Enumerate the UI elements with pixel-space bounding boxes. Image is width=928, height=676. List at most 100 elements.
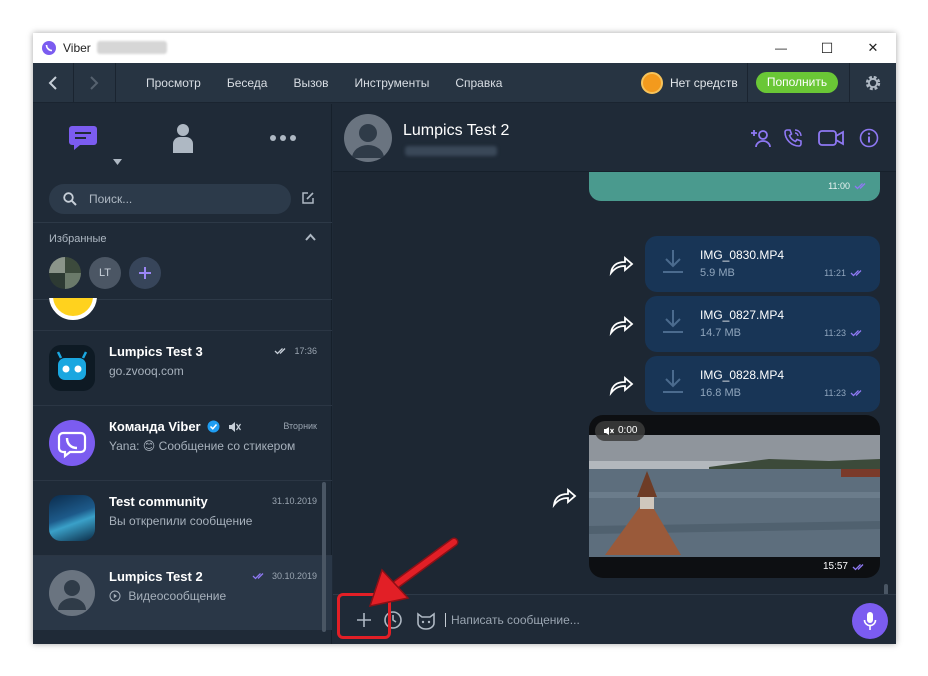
chat-header-avatar[interactable]	[344, 114, 392, 162]
close-icon: ✕	[867, 40, 879, 55]
chat-avatar	[49, 345, 95, 391]
add-favorite-button[interactable]	[129, 257, 161, 289]
viber-logo-icon	[57, 431, 87, 459]
favorite-avatar-initials[interactable]: LT	[89, 257, 121, 289]
plus-icon	[139, 267, 151, 279]
file-size: 16.8 MB	[700, 387, 741, 399]
toolbar-divider	[747, 63, 748, 103]
voice-message-button[interactable]	[852, 603, 888, 639]
forward-arrow-icon[interactable]	[607, 314, 635, 336]
message-time-label: 11:23	[824, 328, 846, 338]
download-icon[interactable]	[661, 248, 685, 274]
message-time: 11:23	[824, 388, 866, 398]
blurred-phone-number	[405, 146, 497, 156]
menu-view[interactable]: Просмотр	[146, 76, 201, 90]
contact-person-icon	[173, 124, 193, 153]
sidebar-scrollbar[interactable]	[322, 482, 326, 632]
partial-chat-avatar	[49, 298, 97, 320]
double-check-icon	[850, 390, 862, 397]
chat-time: 31.10.2019	[271, 496, 317, 506]
sidebar-tabs	[33, 104, 332, 172]
chat-info-button[interactable]	[855, 124, 883, 152]
video-duration: 0:00	[618, 425, 638, 436]
chevron-up-icon[interactable]	[305, 233, 316, 241]
file-message[interactable]: IMG_0830.MP4 5.9 MB 11:21	[645, 236, 880, 292]
chat-list-item-active[interactable]: Lumpics Test 2 Видеосообщение 30.10.2019	[33, 555, 332, 630]
forward-arrow-icon[interactable]	[607, 254, 635, 276]
sidebar-divider	[33, 222, 332, 223]
video-call-button[interactable]	[817, 124, 845, 152]
tab-more[interactable]	[233, 104, 333, 172]
file-size: 5.9 MB	[700, 267, 735, 279]
video-message[interactable]: 0:00 15:57	[589, 415, 880, 578]
video-mute-indicator[interactable]: 0:00	[595, 421, 646, 441]
tab-chats[interactable]	[33, 104, 133, 172]
file-message[interactable]: IMG_0828.MP4 16.8 MB 11:23	[645, 356, 880, 412]
menu-tools[interactable]: Инструменты	[355, 76, 430, 90]
file-size: 14.7 MB	[700, 327, 741, 339]
back-button[interactable]	[33, 63, 73, 103]
favorites-title: Избранные	[49, 233, 107, 245]
window-title: Viber	[63, 41, 91, 55]
download-icon[interactable]	[661, 308, 685, 334]
main-menu: Просмотр Беседа Вызов Инструменты Справк…	[146, 63, 528, 103]
message-time: 11:23	[824, 328, 866, 338]
double-check-icon	[850, 330, 862, 337]
file-message[interactable]: IMG_0827.MP4 14.7 MB 11:23	[645, 296, 880, 352]
chat-name: Lumpics Test 2	[109, 569, 203, 584]
chat-time-label: 30.10.2019	[271, 571, 317, 581]
chat-list-item[interactable]: Test community Вы открепили сообщение 31…	[33, 480, 332, 555]
balance-display[interactable]: Нет средств	[641, 71, 738, 95]
info-icon	[859, 128, 879, 148]
add-participant-button[interactable]	[747, 124, 775, 152]
chat-list-item[interactable]: Команда Viber Yana: 😊 Сообщение со стике…	[33, 405, 332, 480]
file-name: IMG_0828.MP4	[700, 368, 785, 382]
top-toolbar: Просмотр Беседа Вызов Инструменты Справк…	[33, 63, 896, 103]
voice-call-button[interactable]	[779, 124, 807, 152]
more-dots-icon	[270, 135, 296, 141]
minimize-icon: —	[775, 41, 787, 55]
chat-time-label: 17:36	[294, 346, 317, 356]
chat-preview: Видеосообщение	[109, 589, 226, 603]
chat-avatar	[49, 420, 95, 466]
chat-preview: go.zvooq.com	[109, 364, 184, 378]
settings-button[interactable]	[850, 63, 896, 103]
chat-preview: Вы открепили сообщение	[109, 514, 253, 528]
menu-conversation[interactable]: Беседа	[227, 76, 268, 90]
chevron-right-icon	[90, 76, 99, 90]
chat-title[interactable]: Lumpics Test 2	[403, 122, 509, 140]
minimize-button[interactable]: —	[758, 33, 804, 63]
tab-contacts[interactable]	[133, 104, 233, 172]
chevron-down-icon	[113, 159, 122, 165]
forward-arrow-icon[interactable]	[607, 374, 635, 396]
download-icon[interactable]	[661, 368, 685, 394]
chat-preview-text: Видеосообщение	[128, 589, 227, 603]
close-button[interactable]: ✕	[850, 33, 896, 63]
search-input[interactable]: Поиск...	[49, 184, 291, 214]
chat-time: Вторник	[283, 421, 317, 431]
maximize-button[interactable]: ☐	[804, 33, 850, 63]
sidebar: Поиск... Избранные LT Lumpics Test 3 go.…	[33, 104, 332, 644]
image-message-partial[interactable]: 11:00	[589, 172, 880, 201]
chat-name: Команда Viber	[109, 419, 241, 434]
chat-name-text: Команда Viber	[109, 419, 201, 434]
message-time-label: 11:21	[824, 268, 846, 278]
play-circle-icon	[109, 590, 121, 602]
menu-help[interactable]: Справка	[455, 76, 502, 90]
menu-call[interactable]: Вызов	[293, 76, 328, 90]
default-person-icon	[352, 124, 384, 158]
file-name: IMG_0827.MP4	[700, 308, 785, 322]
chat-name: Test community	[109, 494, 208, 509]
topup-button[interactable]: Пополнить	[756, 72, 838, 93]
add-user-icon	[751, 130, 771, 148]
search-icon	[63, 192, 77, 206]
video-thumbnail[interactable]	[589, 435, 880, 557]
viber-out-coin-icon	[641, 72, 663, 94]
compose-icon[interactable]	[301, 191, 315, 205]
title-bar: Viber — ☐ ✕	[33, 33, 896, 63]
chat-list-item[interactable]: Lumpics Test 3 go.zvooq.com 17:36	[33, 330, 332, 405]
favorite-avatar-photo[interactable]	[49, 257, 81, 289]
forward-arrow-icon[interactable]	[550, 486, 578, 508]
forward-button[interactable]	[74, 63, 114, 103]
toolbar-divider	[115, 63, 116, 103]
